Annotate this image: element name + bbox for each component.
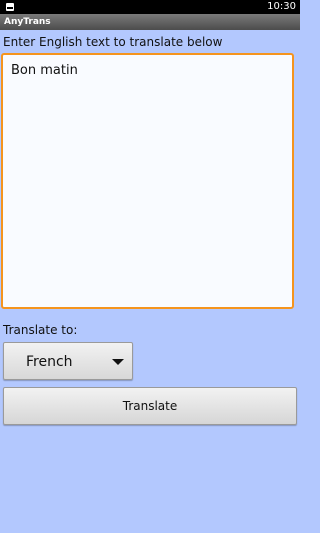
app-title: AnyTrans	[4, 17, 51, 27]
notification-icon	[6, 3, 14, 11]
language-select-value: French	[26, 354, 73, 370]
translate-button[interactable]: Translate	[3, 387, 297, 425]
language-select[interactable]: French	[3, 342, 133, 380]
source-text-input[interactable]: Bon matin	[1, 53, 294, 309]
dropdown-caret-icon	[112, 359, 124, 365]
app-title-bar: AnyTrans	[0, 14, 300, 30]
status-bar: 10:30	[0, 0, 300, 14]
input-prompt-label: Enter English text to translate below	[3, 35, 223, 49]
status-time: 10:30	[267, 1, 296, 12]
translate-to-label: Translate to:	[3, 323, 78, 337]
source-text-value[interactable]: Bon matin	[11, 63, 78, 79]
